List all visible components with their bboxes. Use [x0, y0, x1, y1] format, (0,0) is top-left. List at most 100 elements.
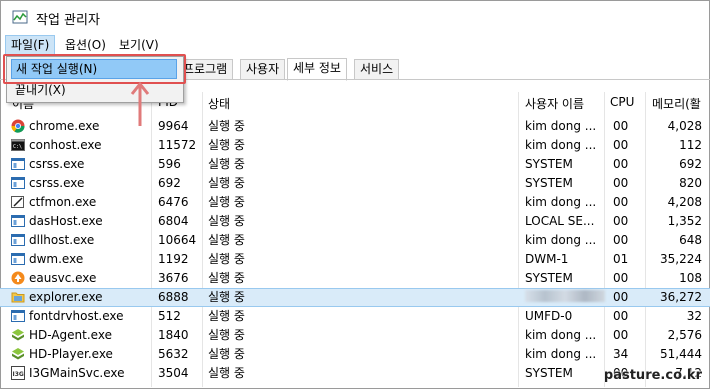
watermark: pasture.co.kr — [603, 368, 702, 383]
chrome-icon — [11, 119, 25, 133]
process-name: eausvc.exe — [29, 271, 97, 285]
process-memory: 2,576 — [667, 328, 702, 342]
process-cpu: 01 — [613, 252, 629, 266]
process-row[interactable]: dasHost.exe 6804 실행 중 LOCAL SE... 00 1,352 — [0, 212, 710, 231]
annotation-arrow-icon — [130, 81, 150, 126]
tab-services[interactable]: 서비스 — [354, 59, 400, 80]
window-icon — [11, 253, 25, 265]
process-status: 실행 중 — [208, 328, 245, 342]
process-name: dwm.exe — [29, 252, 84, 266]
process-status: 실행 중 — [208, 138, 245, 152]
process-row[interactable]: eausvc.exe 3676 실행 중 SYSTEM 00 108 — [0, 269, 710, 288]
process-row[interactable]: dwm.exe 1192 실행 중 DWM-1 01 35,224 — [0, 250, 710, 269]
i3g-icon: I3G — [11, 366, 25, 380]
process-memory: 112 — [679, 138, 702, 152]
menu-options[interactable]: 옵션(O) — [60, 35, 111, 55]
process-status: 실행 중 — [208, 347, 245, 361]
svg-text:C:\: C:\ — [13, 144, 22, 150]
process-pid: 512 — [158, 309, 181, 323]
process-row[interactable]: chrome.exe 9964 실행 중 kim dong ... 00 4,028 — [0, 117, 710, 136]
process-memory: 108 — [679, 271, 702, 285]
process-cpu: 00 — [613, 214, 629, 228]
process-user: SYSTEM — [525, 366, 573, 380]
process-name: ctfmon.exe — [29, 195, 97, 209]
process-memory: 35,224 — [660, 252, 702, 266]
process-status: 실행 중 — [208, 157, 245, 171]
process-row[interactable]: HD-Agent.exe 1840 실행 중 kim dong ... 00 2,576 — [0, 326, 710, 345]
redacted-user — [525, 290, 605, 302]
process-row[interactable]: fontdrvhost.exe 512 실행 중 UMFD-0 00 32 — [0, 307, 710, 326]
process-name: dllhost.exe — [29, 233, 95, 247]
process-name: csrss.exe — [29, 157, 85, 171]
process-name: fontdrvhost.exe — [29, 309, 124, 323]
process-memory: 648 — [679, 233, 702, 247]
process-row[interactable]: ctfmon.exe 6476 실행 중 kim dong ... 00 4,208 — [0, 193, 710, 212]
window-icon — [11, 158, 25, 170]
task-manager-icon — [12, 10, 28, 24]
process-memory: 32 — [686, 309, 702, 323]
process-user: DWM-1 — [525, 252, 569, 266]
menu-view[interactable]: 보기(V) — [114, 35, 164, 55]
process-cpu: 00 — [613, 271, 629, 285]
process-memory: 4,208 — [667, 195, 702, 209]
tab-users[interactable]: 사용자 — [240, 59, 286, 80]
ea-icon — [11, 271, 25, 285]
process-pid: 596 — [158, 157, 181, 171]
process-status: 실행 중 — [208, 309, 245, 323]
process-pid: 1192 — [158, 252, 189, 266]
process-memory: 36,272 — [660, 290, 702, 304]
process-memory: 4,028 — [667, 119, 702, 133]
process-pid: 3504 — [158, 366, 189, 380]
process-cpu: 00 — [613, 157, 629, 171]
process-status: 실행 중 — [208, 290, 245, 304]
process-pid: 6888 — [158, 290, 189, 304]
process-row[interactable]: dllhost.exe 10664 실행 중 kim dong ... 00 648 — [0, 231, 710, 250]
process-status: 실행 중 — [208, 119, 245, 133]
process-pid: 9964 — [158, 119, 189, 133]
process-pid: 6804 — [158, 214, 189, 228]
column-memory[interactable]: 메모리(활 — [652, 95, 701, 112]
menu-file[interactable]: 파일(F) — [5, 35, 56, 55]
process-name: HD-Player.exe — [29, 347, 113, 361]
process-user: kim dong ... — [525, 138, 597, 152]
process-name: explorer.exe — [29, 290, 103, 304]
process-user: kim dong ... — [525, 328, 597, 342]
process-name: dasHost.exe — [29, 214, 103, 228]
process-user: SYSTEM — [525, 157, 573, 171]
process-name: csrss.exe — [29, 176, 85, 190]
process-user: kim dong ... — [525, 347, 597, 361]
window-title: 작업 관리자 — [36, 13, 100, 28]
column-cpu[interactable]: CPU — [610, 95, 634, 109]
process-name: chrome.exe — [29, 119, 100, 133]
process-row[interactable]: C:\ conhost.exe 11572 실행 중 kim dong ... 00 112 — [0, 136, 710, 155]
process-pid: 11572 — [158, 138, 197, 152]
process-status: 실행 중 — [208, 176, 245, 190]
process-status: 실행 중 — [208, 214, 245, 228]
tab-details[interactable]: 세부 정보 — [287, 58, 347, 81]
process-row[interactable]: csrss.exe 692 실행 중 SYSTEM 00 820 — [0, 174, 710, 193]
process-pid: 6476 — [158, 195, 189, 209]
process-memory: 1,352 — [667, 214, 702, 228]
process-pid: 3676 — [158, 271, 189, 285]
process-user: kim dong ... — [525, 119, 597, 133]
process-name: conhost.exe — [29, 138, 102, 152]
process-user: SYSTEM — [525, 271, 573, 285]
bluestacks-icon — [12, 348, 24, 360]
process-user: UMFD-0 — [525, 309, 573, 323]
process-cpu: 00 — [613, 195, 629, 209]
process-memory: 820 — [679, 176, 702, 190]
console-icon: C:\ — [11, 139, 25, 151]
title-bar: 작업 관리자 — [0, 0, 710, 34]
column-status[interactable]: 상태 — [208, 95, 230, 112]
column-user[interactable]: 사용자 이름 — [525, 95, 584, 112]
process-row[interactable]: HD-Player.exe 5632 실행 중 kim dong ... 34 51,44… — [0, 345, 710, 364]
process-memory: 692 — [679, 157, 702, 171]
window-icon — [11, 177, 25, 189]
window-icon — [11, 310, 25, 322]
pen-icon — [11, 196, 24, 208]
process-row[interactable]: csrss.exe 596 실행 중 SYSTEM 00 692 — [0, 155, 710, 174]
process-status: 실행 중 — [208, 271, 245, 285]
process-pid: 10664 — [158, 233, 197, 247]
menu-bar: 파일(F) 옵션(O) 보기(V) — [0, 35, 710, 55]
process-cpu: 00 — [613, 233, 629, 247]
